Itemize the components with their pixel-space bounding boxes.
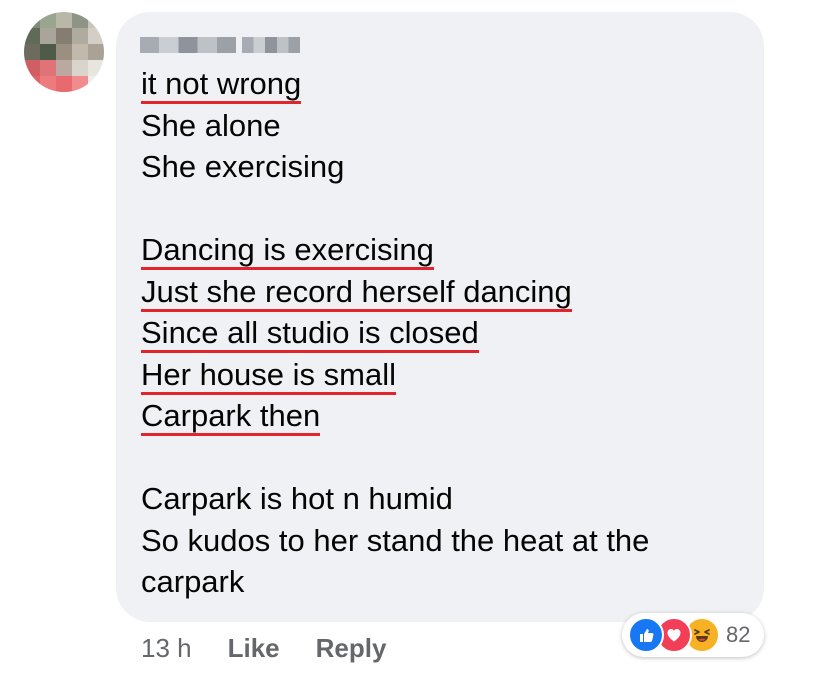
- author-name-redacted: [140, 37, 236, 53]
- comment-line: Carpark is hot n humid: [141, 481, 453, 516]
- like-button[interactable]: Like: [228, 628, 280, 668]
- timestamp[interactable]: 13 h: [141, 628, 192, 668]
- comment-line: So kudos to her stand the heat at the: [141, 522, 650, 558]
- comment-line: Dancing is exercising: [141, 233, 434, 270]
- comment-line: Since all studio is closed: [141, 316, 479, 353]
- author-name-redacted: [242, 37, 300, 53]
- comment-line: Carpark then: [141, 399, 321, 436]
- comment-line: She alone: [141, 107, 281, 143]
- avatar[interactable]: [24, 12, 104, 92]
- reply-button[interactable]: Reply: [316, 628, 387, 668]
- comment-line: it not wrong: [141, 67, 302, 104]
- like-icon: [628, 617, 664, 653]
- comment-text: it not wrong She alone She exercising Da…: [141, 63, 649, 603]
- comment-line: Her house is small: [141, 357, 396, 395]
- reaction-count: 82: [726, 622, 751, 647]
- comment-line: carpark: [141, 564, 245, 599]
- reactions-summary[interactable]: 82: [622, 613, 764, 657]
- comment-line: Just she record herself dancing: [141, 274, 572, 312]
- author-name[interactable]: [140, 36, 300, 54]
- comment-actions: 13 h Like Reply: [141, 628, 422, 668]
- comment-line: She exercising: [141, 149, 345, 184]
